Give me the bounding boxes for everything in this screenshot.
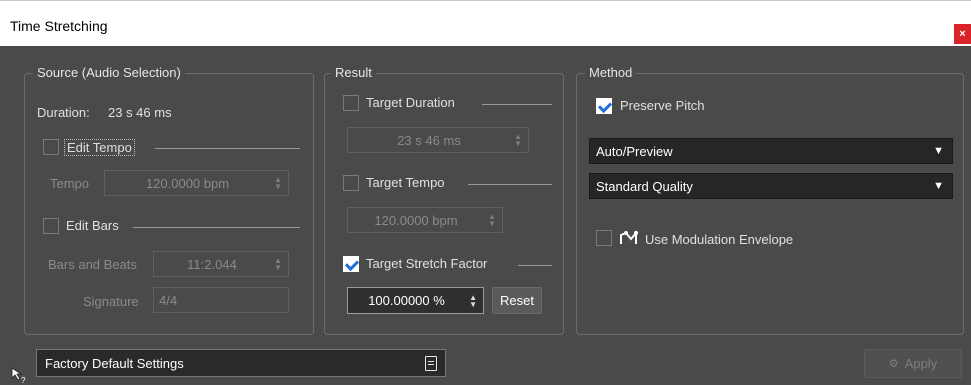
target-tempo-checkbox[interactable]	[343, 175, 359, 191]
edit-tempo-label[interactable]: Edit Tempo	[64, 139, 135, 156]
bars-and-beats-value: 11:2.044	[187, 256, 237, 272]
title-bar-top-border	[0, 0, 971, 1]
preserve-pitch-checkbox[interactable]	[596, 98, 612, 114]
bars-spin-icon[interactable]: ▲ ▼	[274, 257, 282, 272]
tempo-field[interactable]: 120.0000 bpm ▲ ▼	[104, 170, 289, 196]
result-legend: Result	[331, 65, 376, 80]
apply-button[interactable]: ⚙ Apply	[864, 349, 962, 378]
duration-label: Duration:	[37, 105, 90, 120]
edit-tempo-checkbox[interactable]	[43, 139, 59, 155]
chevron-down-icon[interactable]: ▼	[933, 180, 944, 192]
chevron-down-icon[interactable]: ▼	[933, 145, 944, 157]
target-stretch-checkbox[interactable]	[343, 256, 359, 272]
source-legend: Source (Audio Selection)	[33, 65, 185, 80]
modulation-checkbox[interactable]	[596, 230, 612, 246]
edit-bars-label[interactable]: Edit Bars	[66, 218, 119, 233]
edit-bars-checkbox[interactable]	[43, 218, 59, 234]
target-tempo-spin-icon[interactable]: ▲ ▼	[488, 213, 496, 228]
mode-select[interactable]: Auto/Preview ▼	[589, 138, 953, 164]
edit-tempo-rule	[155, 148, 300, 149]
tempo-value: 120.0000 bpm	[145, 175, 230, 191]
tempo-label: Tempo	[50, 176, 90, 191]
target-tempo-field[interactable]: 120.0000 bpm ▲ ▼	[347, 207, 503, 233]
signature-field[interactable]: 4/4	[153, 287, 289, 313]
target-stretch-value: 100.00000 %	[368, 293, 445, 308]
svg-text:?: ?	[21, 376, 26, 384]
apply-label: Apply	[904, 356, 938, 371]
target-tempo-value: 120.0000 bpm	[374, 212, 458, 228]
modulation-label[interactable]: Use Modulation Envelope	[645, 232, 793, 247]
envelope-icon	[619, 230, 639, 246]
reset-button[interactable]: Reset	[492, 287, 542, 314]
apply-icon: ⚙	[888, 358, 899, 370]
duration-value: 23 s 46 ms	[108, 105, 172, 120]
help-cursor-icon[interactable]: ?	[10, 366, 28, 385]
target-duration-label[interactable]: Target Duration	[366, 95, 455, 110]
target-duration-rule	[482, 104, 552, 105]
quality-select-value: Standard Quality	[596, 178, 693, 194]
target-duration-field[interactable]: 23 s 46 ms ▲ ▼	[347, 127, 529, 153]
title-bar: Time Stretching ×	[0, 0, 971, 46]
bars-and-beats-field[interactable]: 11:2.044 ▲ ▼	[153, 251, 289, 277]
edit-bars-rule	[133, 227, 300, 228]
target-duration-checkbox[interactable]	[343, 95, 359, 111]
preset-selector[interactable]: Factory Default Settings	[36, 349, 446, 377]
target-tempo-label[interactable]: Target Tempo	[366, 175, 445, 190]
mode-select-value: Auto/Preview	[596, 143, 673, 159]
target-stretch-spin-icon[interactable]: ▲ ▼	[469, 293, 477, 308]
target-stretch-rule	[518, 265, 552, 266]
target-duration-spin-icon[interactable]: ▲ ▼	[514, 133, 522, 148]
preserve-pitch-label[interactable]: Preserve Pitch	[620, 98, 705, 113]
target-duration-value: 23 s 46 ms	[397, 132, 461, 148]
target-stretch-label[interactable]: Target Stretch Factor	[366, 256, 487, 271]
window-title: Time Stretching	[10, 18, 108, 34]
bars-and-beats-label: Bars and Beats	[48, 257, 137, 272]
signature-label: Signature	[83, 294, 139, 309]
preset-value: Factory Default Settings	[45, 355, 184, 371]
method-legend: Method	[585, 65, 637, 80]
target-tempo-rule	[468, 184, 552, 185]
close-button[interactable]: ×	[954, 24, 971, 44]
signature-value: 4/4	[159, 292, 178, 308]
quality-select[interactable]: Standard Quality ▼	[589, 173, 953, 199]
tempo-spin-icon[interactable]: ▲ ▼	[274, 176, 282, 191]
target-stretch-field[interactable]: 100.00000 % ▲ ▼	[347, 287, 484, 314]
preset-document-icon[interactable]	[425, 356, 437, 371]
